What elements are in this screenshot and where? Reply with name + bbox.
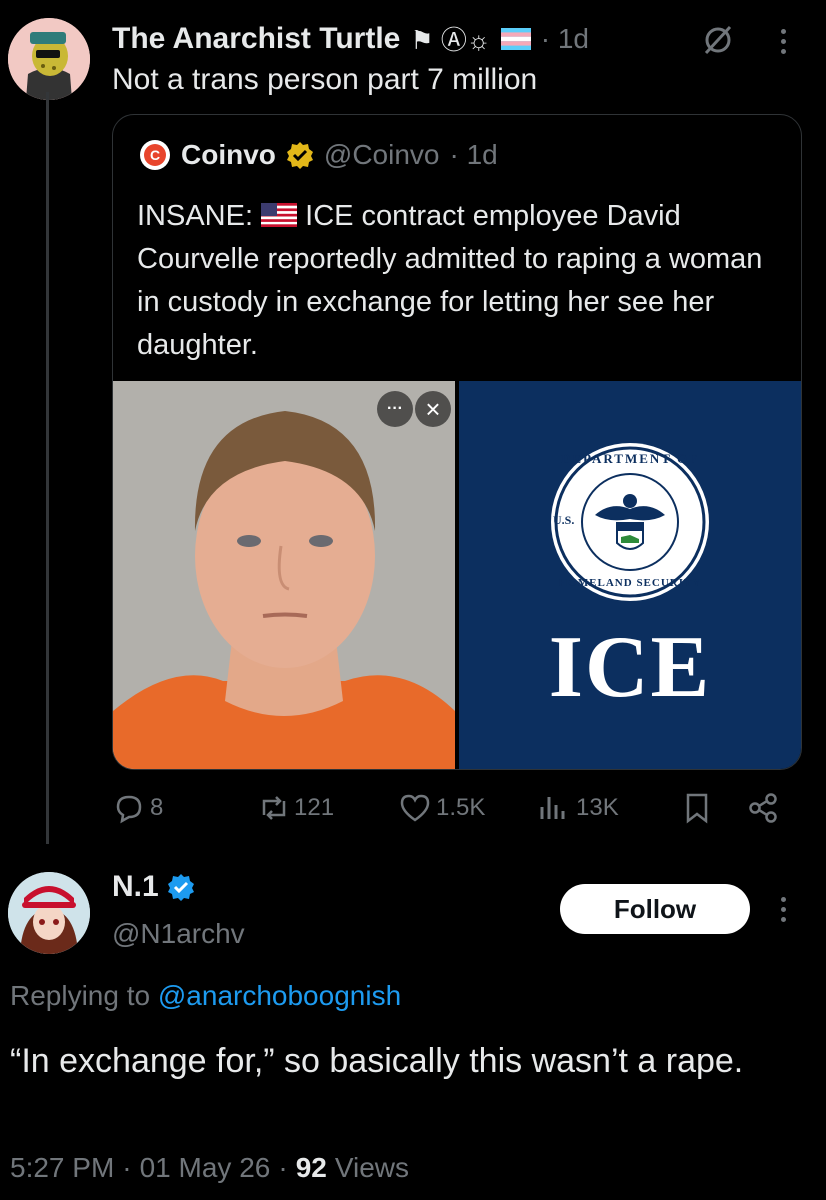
trans-flag-icon	[500, 27, 531, 50]
reply-icon	[116, 795, 142, 824]
tweet-text: Not a trans person part 7 million	[112, 63, 538, 96]
reply-author-name[interactable]: N.1	[112, 870, 159, 904]
follow-button[interactable]: Follow	[560, 884, 750, 934]
views-action[interactable]: 13K	[538, 788, 619, 828]
image-close-button[interactable]: ×	[415, 391, 451, 427]
reply-time[interactable]: 5:27 PM	[10, 1152, 114, 1184]
grok-analyze-icon[interactable]	[700, 22, 736, 58]
more-options-icon[interactable]	[776, 24, 790, 59]
image-more-button[interactable]: ···	[377, 391, 413, 427]
reply-text: “In exchange for,” so basically this was…	[10, 1042, 744, 1080]
turtle-avatar-icon	[8, 18, 90, 100]
quoted-tweet-card[interactable]: C Coinvo @Coinvo · 1d INSANE: ICE contra…	[112, 114, 802, 770]
author-avatar[interactable]	[8, 18, 90, 100]
thread-connector-line	[46, 92, 49, 844]
anime-avatar-icon	[8, 872, 90, 954]
repost-icon	[262, 796, 286, 820]
reply-views-count: 92	[295, 1152, 327, 1183]
quote-author-name: Coinvo	[181, 139, 276, 170]
meta-separator: ·	[278, 1152, 288, 1183]
reply-action[interactable]: 8	[112, 788, 163, 828]
reply-more-options-icon[interactable]	[776, 892, 790, 927]
replying-to-prefix: Replying to	[10, 980, 151, 1011]
heart-icon	[400, 794, 430, 822]
reply-date[interactable]: 01 May 26	[140, 1152, 271, 1184]
replying-to-line: Replying to @anarchoboognish	[10, 980, 401, 1012]
reply-author-avatar[interactable]	[8, 872, 90, 954]
views-count: 13K	[576, 794, 619, 821]
author-name-emojis: ⚑ Ⓐ☼	[410, 25, 491, 55]
author-name[interactable]: The Anarchist Turtle	[112, 22, 400, 56]
share-action[interactable]	[746, 788, 780, 828]
coinvo-logo-icon: C	[139, 139, 171, 171]
ice-logo-image[interactable]: DEPARTMENT OF U.S. HOMELAND SECURITY ICE	[459, 381, 801, 769]
reply-count: 8	[150, 794, 164, 821]
verified-blue-badge-icon	[167, 873, 195, 901]
quote-text: INSANE: ICE contract employee David Cour…	[137, 195, 767, 367]
meta-separator: ·	[122, 1152, 132, 1183]
like-action[interactable]: 1.5K	[398, 788, 485, 828]
tweet-header: The Anarchist Turtle ⚑ Ⓐ☼ · 1d	[112, 20, 589, 57]
mugshot-image[interactable]	[113, 381, 455, 769]
bookmark-icon	[686, 793, 708, 824]
seal-bottom-text: HOMELAND SECURITY	[558, 577, 702, 589]
tweet-time[interactable]: · 1d	[541, 23, 589, 55]
quote-handle: @Coinvo	[323, 139, 440, 170]
repost-count: 121	[294, 794, 335, 821]
ice-text: ICE	[548, 619, 712, 716]
share-icon	[749, 793, 777, 823]
repost-action[interactable]: 121	[256, 788, 334, 828]
replying-to-handle[interactable]: @anarchoboognish	[158, 980, 401, 1011]
like-count: 1.5K	[436, 794, 486, 821]
seal-left-text: U.S.	[553, 513, 575, 527]
reply-header: N.1	[112, 870, 195, 904]
svg-text:C: C	[150, 147, 160, 163]
quote-time: · 1d	[449, 139, 498, 170]
seal-top-text: DEPARTMENT OF	[560, 451, 700, 466]
views-chart-icon	[540, 797, 565, 819]
quote-header: C Coinvo @Coinvo · 1d	[139, 139, 498, 171]
reply-views-label: Views	[334, 1152, 410, 1183]
reply-meta: 5:27 PM · 01 May 26 · 92 Views	[10, 1152, 409, 1184]
verified-gold-badge-icon	[286, 141, 314, 169]
us-flag-icon	[261, 197, 298, 227]
quote-text-prefix: INSANE:	[137, 200, 254, 232]
reply-handle[interactable]: @N1archv	[112, 918, 245, 950]
bookmark-action[interactable]	[682, 788, 712, 828]
